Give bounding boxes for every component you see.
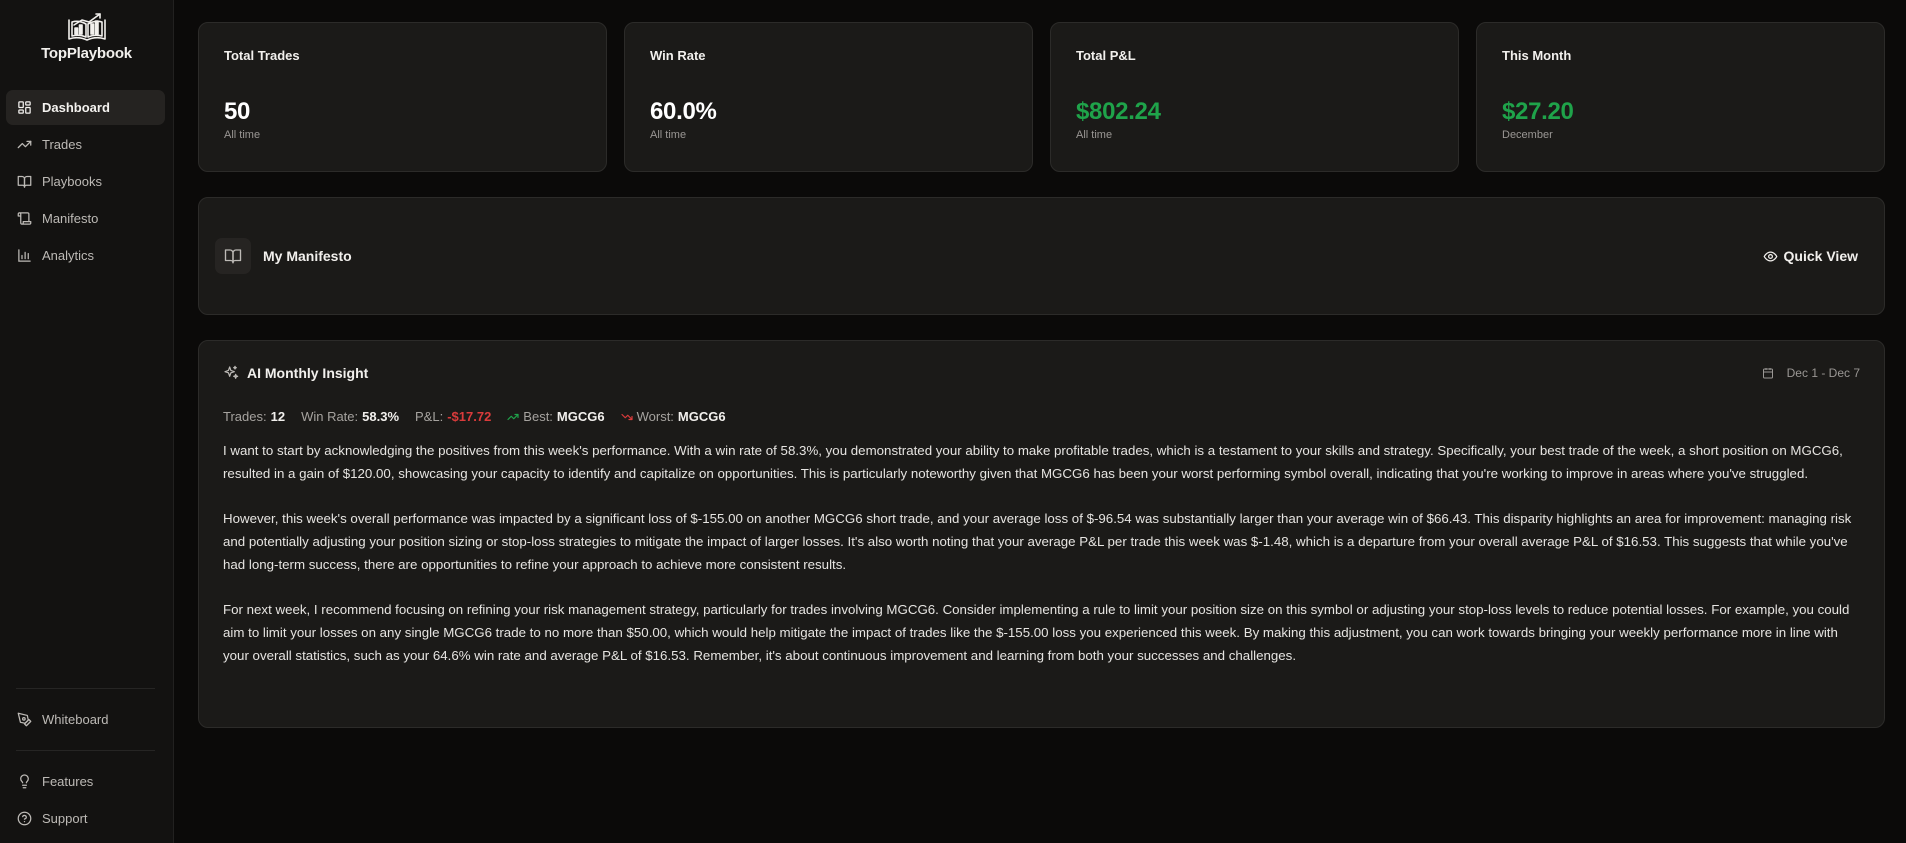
sidebar-bottom: Whiteboard Features Support (0, 688, 173, 843)
metric-value: -$17.72 (447, 409, 492, 424)
sidebar-item-label: Dashboard (42, 100, 110, 115)
stat-title: Total P&L (1076, 48, 1136, 63)
sidebar-item-label: Analytics (42, 248, 95, 263)
sidebar-item-manifesto[interactable]: Manifesto (6, 201, 165, 236)
metric-worst: Worst: MGCG6 (620, 409, 726, 424)
insight-metrics: Trades: 12 Win Rate: 58.3% P&L: -$17.72 … (223, 409, 1860, 424)
metric-trades: Trades: 12 (223, 409, 285, 424)
stat-title: This Month (1502, 48, 1572, 63)
book-open-icon (17, 175, 32, 188)
scroll-icon (17, 212, 32, 225)
insight-paragraph: For next week, I recommend focusing on r… (223, 602, 1850, 663)
app-name: TopPlaybook (41, 45, 132, 62)
stat-title: Total Trades (224, 48, 300, 63)
manifesto-icon-box (215, 238, 251, 274)
metric-value: MGCG6 (556, 409, 605, 424)
sidebar-item-support[interactable]: Support (6, 800, 165, 837)
date-range-text: Dec 1 - Dec 7 (1786, 366, 1860, 380)
sidebar-item-label: Features (42, 774, 94, 789)
sidebar-item-features[interactable]: Features (6, 763, 165, 800)
calendar-icon (1762, 368, 1773, 379)
ai-insight-card: AI Monthly Insight Dec 1 - Dec 7 Trades:… (198, 340, 1885, 728)
stat-subtitle: December (1502, 129, 1553, 141)
eye-icon (1763, 250, 1777, 262)
stat-value: $27.20 (1502, 98, 1574, 125)
manifesto-card: My Manifesto Quick View (198, 197, 1885, 315)
sidebar: TopPlaybook Dashboard Trades Playbooks M… (0, 0, 174, 843)
pen-tool-icon (17, 712, 32, 727)
metric-pnl: P&L: -$17.72 (415, 409, 491, 424)
sidebar-item-label: Manifesto (42, 211, 99, 226)
metric-label: Best: (523, 409, 553, 424)
lightbulb-icon (20, 774, 29, 789)
insight-paragraph: However, this week's overall performance… (223, 511, 1852, 572)
stat-card-this-month: This Month $27.20 December (1476, 22, 1885, 172)
trending-up-icon (17, 140, 32, 149)
main-nav: Dashboard Trades Playbooks Manifesto Ana… (0, 78, 173, 273)
dashboard-icon (18, 101, 31, 114)
sidebar-item-label: Playbooks (42, 174, 102, 189)
insight-title: AI Monthly Insight (247, 365, 369, 381)
metric-label: Trades: (223, 409, 267, 424)
stat-subtitle: All time (1076, 129, 1113, 141)
metric-win-rate: Win Rate: 58.3% (301, 409, 399, 424)
sidebar-item-trades[interactable]: Trades (6, 127, 165, 162)
sidebar-item-playbooks[interactable]: Playbooks (6, 164, 165, 199)
sidebar-item-label: Support (42, 811, 88, 826)
sidebar-divider (16, 750, 155, 751)
logo-book-chart-icon (67, 13, 106, 41)
insight-header: AI Monthly Insight Dec 1 - Dec 7 (223, 365, 1860, 381)
bar-chart-icon (18, 249, 31, 262)
metric-best: Best: MGCG6 (507, 409, 605, 424)
stat-card-total-pnl: Total P&L $802.24 All time (1050, 22, 1459, 172)
stat-title: Win Rate (650, 48, 706, 63)
stat-subtitle: All time (650, 129, 687, 141)
trending-up-icon (507, 413, 519, 420)
stat-value: 60.0% (650, 98, 717, 125)
sidebar-item-dashboard[interactable]: Dashboard (6, 90, 165, 125)
sidebar-item-whiteboard[interactable]: Whiteboard (6, 701, 165, 738)
metric-value: 58.3% (362, 409, 400, 424)
metric-label: P&L: (415, 409, 444, 424)
insight-date-range: Dec 1 - Dec 7 (1762, 366, 1860, 380)
sidebar-item-analytics[interactable]: Analytics (6, 238, 165, 273)
insight-paragraph: I want to start by acknowledging the pos… (223, 443, 1843, 481)
quick-view-label: Quick View (1783, 248, 1858, 264)
sidebar-item-label: Trades (42, 137, 82, 152)
sidebar-item-label: Whiteboard (42, 712, 109, 727)
stats-row: Total Trades 50 All time Win Rate 60.0% … (198, 22, 1885, 172)
metric-label: Worst: (636, 409, 674, 424)
stat-subtitle: All time (224, 129, 261, 141)
stat-card-total-trades: Total Trades 50 All time (198, 22, 607, 172)
manifesto-title: My Manifesto (263, 248, 352, 264)
app-root: TopPlaybook Dashboard Trades Playbooks M… (0, 0, 1906, 843)
main-content: Total Trades 50 All time Win Rate 60.0% … (174, 0, 1906, 843)
sidebar-divider (16, 688, 155, 689)
metric-value: 12 (270, 409, 286, 424)
metric-label: Win Rate: (301, 409, 359, 424)
book-open-icon (224, 249, 242, 264)
logo[interactable]: TopPlaybook (0, 0, 173, 78)
stat-value: 50 (224, 98, 251, 125)
stat-card-win-rate: Win Rate 60.0% All time (624, 22, 1033, 172)
help-circle-icon (17, 811, 32, 826)
sparkles-icon (224, 365, 239, 379)
trending-down-icon (620, 413, 633, 420)
metric-value: MGCG6 (677, 409, 726, 424)
quick-view-button[interactable]: Quick View (1763, 248, 1858, 264)
stat-value: $802.24 (1076, 98, 1161, 125)
